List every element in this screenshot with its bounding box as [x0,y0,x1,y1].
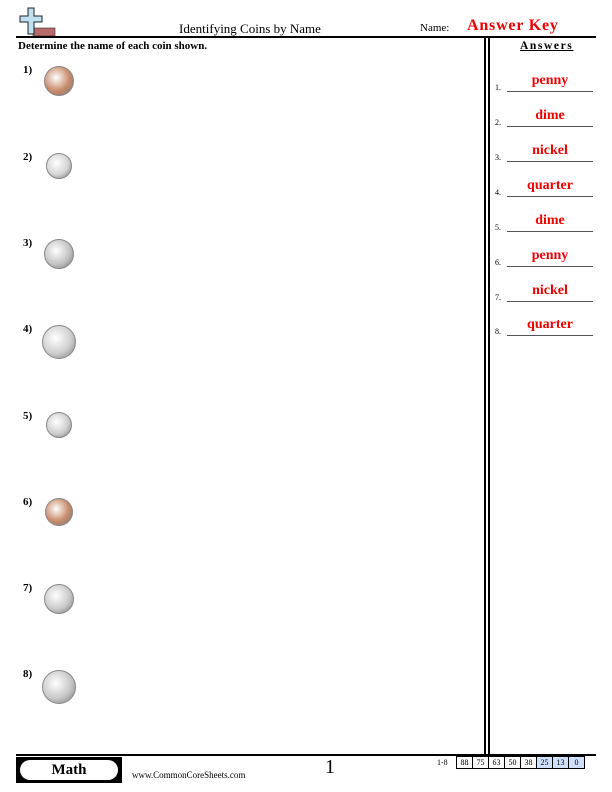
score-cell: 0 [568,756,585,769]
answer-blank-line [507,335,593,336]
answer-text: penny [531,73,569,88]
plus-logo-icon [19,7,56,37]
dime-front-icon [46,153,72,179]
instructions: Determine the name of each coin shown. [18,40,208,52]
question-number: 2) [23,151,33,163]
answer-number: 7. [495,293,501,302]
answer-blank-line [507,161,593,162]
name-value: Answer Key [467,17,559,34]
answers-heading: Answers [520,40,574,52]
quarter-front-icon [42,670,76,704]
score-cell: 75 [472,756,489,769]
dime-back-icon [46,412,72,438]
score-range: 1-8 [437,758,448,767]
question-number: 4) [23,323,33,335]
quarter-back-icon [42,325,76,359]
answer-number: 3. [495,153,501,162]
answer-text: dime [535,213,565,228]
header-divider [16,36,596,38]
page-number: 1 [325,756,335,778]
answer-text: nickel [532,283,568,298]
answer-text: quarter [527,178,573,193]
answer-blank-line [507,266,593,267]
site-url: www.CommonCoreSheets.com [132,770,246,780]
question-number: 3) [23,237,33,249]
question-number: 8) [23,668,33,680]
score-cell: 88 [456,756,473,769]
subject-label: Math [20,760,118,780]
question-number: 1) [23,64,33,76]
column-divider [484,37,486,755]
score-cell: 13 [552,756,569,769]
answer-text: nickel [532,143,568,158]
score-cell: 25 [536,756,553,769]
score-table: 88 75 63 50 38 25 13 0 [456,756,585,769]
answer-text: quarter [527,317,573,332]
answer-number: 6. [495,258,501,267]
answer-blank-line [507,196,593,197]
question-number: 7) [23,582,33,594]
question-number: 5) [23,410,33,422]
penny-back-icon [45,498,73,526]
answer-number: 5. [495,223,501,232]
score-cell: 38 [520,756,537,769]
score-cell: 50 [504,756,521,769]
answer-number: 2. [495,118,501,127]
penny-front-icon [44,66,74,96]
answer-text: penny [531,248,569,263]
answer-blank-line [507,126,593,127]
answer-blank-line [507,231,593,232]
answer-blank-line [507,91,593,92]
nickel-front-icon [44,239,74,269]
answer-blank-line [507,301,593,302]
answer-number: 1. [495,83,501,92]
answer-number: 8. [495,327,501,336]
worksheet-title: Identifying Coins by Name [179,21,321,36]
answer-number: 4. [495,188,501,197]
name-label: Name: [420,22,450,34]
score-cell: 63 [488,756,505,769]
column-divider [488,37,490,755]
nickel-back-icon [44,584,74,614]
answer-text: dime [535,108,565,123]
question-number: 6) [23,496,33,508]
